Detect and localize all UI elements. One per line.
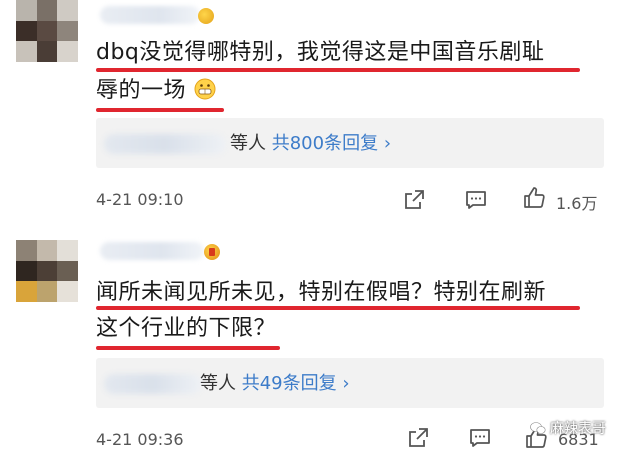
avatar-tile [57, 0, 78, 21]
reply-summary-text: 等人 共49条回复 › [200, 372, 350, 396]
highlight-underline [96, 68, 580, 72]
reply-user-names [104, 134, 226, 154]
grin-emoji-icon [194, 78, 216, 100]
timestamp: 4-21 09:10 [96, 190, 184, 209]
avatar-tile [36, 41, 58, 62]
wechat-icon [529, 422, 546, 434]
avatar-tile [16, 240, 37, 261]
avatar-tile [57, 281, 78, 302]
avatar-tile [16, 281, 37, 302]
avatar-tile [36, 260, 58, 282]
comment-icon[interactable] [468, 426, 492, 450]
highlight-underline [96, 108, 224, 112]
badge-icon [204, 244, 220, 260]
share-icon[interactable] [406, 426, 430, 450]
comment-text-line1: dbq没觉得哪特别，我觉得这是中国音乐剧耻 [96, 40, 545, 65]
username[interactable] [100, 242, 204, 260]
avatar[interactable] [16, 0, 78, 62]
comment-icon[interactable] [464, 188, 488, 212]
avatar-tile [16, 41, 37, 62]
reply-count-link[interactable]: 共49条回复 [242, 373, 337, 394]
avatar-tile [36, 240, 58, 261]
like-icon[interactable] [522, 186, 546, 210]
share-icon[interactable] [402, 188, 426, 212]
watermark: 麻辣表哥 [529, 418, 606, 438]
comment-text-line2-content: 辱的一场 [96, 78, 187, 103]
reply-summary[interactable]: 等人 共800条回复 › [96, 118, 604, 168]
comment-text-line1: 闻所未闻见所未见，特别在假唱？特别在刷新 [96, 280, 547, 305]
avatar-tile [36, 281, 58, 302]
highlight-underline [96, 346, 280, 350]
like-count: 1.6万 [556, 194, 598, 213]
reply-suffix: 等人 [230, 133, 266, 154]
chevron-right-icon: › [383, 133, 392, 154]
reply-count-link[interactable]: 共800条回复 [272, 133, 378, 154]
avatar-tile [16, 20, 37, 42]
avatar-tile [57, 20, 78, 42]
reply-suffix: 等人 [200, 373, 236, 394]
avatar-tile [57, 260, 78, 282]
avatar-tile [57, 41, 78, 62]
timestamp: 4-21 09:36 [96, 430, 184, 449]
comment-text-line2: 辱的一场 [96, 76, 216, 106]
avatar-tile [36, 0, 58, 21]
reply-user-names [104, 374, 202, 394]
comment-text-line2: 这个行业的下限？ [96, 316, 277, 341]
badge-icon [198, 8, 214, 24]
avatar-tile [16, 260, 37, 282]
chevron-right-icon: › [342, 373, 350, 394]
highlight-underline [96, 306, 580, 310]
avatar-tile [16, 0, 37, 21]
avatar-tile [36, 20, 58, 42]
reply-summary[interactable]: 等人 共49条回复 › [96, 358, 604, 408]
reply-summary-text: 等人 共800条回复 › [230, 132, 391, 156]
username[interactable] [100, 6, 200, 24]
watermark-text: 麻辣表哥 [550, 421, 606, 437]
avatar[interactable] [16, 240, 78, 302]
avatar-tile [57, 240, 78, 261]
